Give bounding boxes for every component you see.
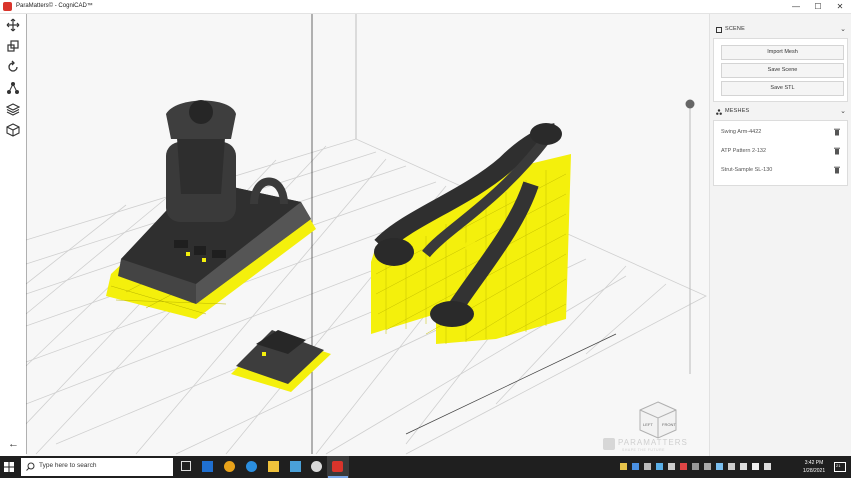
- app-logo-icon: [3, 2, 12, 11]
- import-mesh-button[interactable]: Import Mesh: [721, 45, 844, 60]
- part-small-block-with-supports: [231, 330, 331, 392]
- 3d-viewport[interactable]: LEFT FRONT PARAMATTERS SHAPE THE FUTURE: [26, 14, 709, 456]
- minimize-button[interactable]: —: [785, 0, 807, 13]
- mesh-name: ATP Pattern 2-132: [721, 148, 767, 154]
- tray-icon: [680, 463, 687, 470]
- tray-icon: [716, 463, 723, 470]
- edge-icon[interactable]: [246, 461, 257, 472]
- system-tray[interactable]: [620, 463, 800, 471]
- part-tower-with-supports: [106, 100, 316, 319]
- search-placeholder: Type here to search: [39, 462, 97, 469]
- taskbar-clock-time[interactable]: 3:42 PM: [800, 460, 828, 466]
- tray-icon: [728, 463, 735, 470]
- mesh-name: Strut-Sample SL-130: [721, 167, 773, 173]
- calculator-icon[interactable]: [290, 461, 301, 472]
- tray-icon: [656, 463, 663, 470]
- view-cube-icon: [639, 401, 677, 439]
- tray-icon: [752, 463, 759, 470]
- back-arrow-icon[interactable]: ←: [8, 438, 19, 450]
- taskbar-clock-date[interactable]: 1/28/2021: [800, 468, 828, 474]
- file-explorer-icon[interactable]: [268, 461, 279, 472]
- notification-count: 21: [836, 463, 841, 468]
- scene-chevron-icon[interactable]: ⌄: [840, 25, 846, 33]
- notification-button[interactable]: 21: [833, 460, 847, 474]
- tray-icon: [740, 463, 747, 470]
- trash-icon[interactable]: [834, 147, 840, 155]
- windows-start-icon[interactable]: [4, 462, 14, 472]
- mesh-list-item[interactable]: ATP Pattern 2-132: [721, 145, 842, 157]
- taskbar-search-box[interactable]: Type here to search: [21, 458, 173, 476]
- scene-section-label: SCENE: [725, 26, 745, 32]
- meshes-card: Swing Arm-4422 ATP Pattern 2-132 Strut-S…: [713, 120, 848, 186]
- meshes-chevron-icon[interactable]: ⌄: [840, 107, 846, 115]
- title-bar: ParaMatters© - CogniCAD™ — ☐ ✕: [0, 0, 851, 14]
- scene-card: Import Mesh Save Scene Save STL: [713, 38, 848, 102]
- meshes-section-header[interactable]: MESHES ⌄: [710, 104, 851, 120]
- app-icon[interactable]: [311, 461, 322, 472]
- trash-icon[interactable]: [834, 128, 840, 136]
- build-plate-scene: [26, 14, 707, 455]
- tray-icon: [704, 463, 711, 470]
- mesh-name: Swing Arm-4422: [721, 129, 762, 135]
- view-cube-front-label: FRONT: [662, 422, 676, 427]
- paramatters-taskbar-button[interactable]: [327, 456, 349, 478]
- rotate-icon[interactable]: [6, 60, 20, 74]
- tray-icon: [644, 463, 651, 470]
- view-cube[interactable]: LEFT FRONT: [638, 400, 678, 440]
- task-view-icon[interactable]: [181, 461, 191, 471]
- paramatters-app-icon: [332, 461, 343, 472]
- chrome-icon[interactable]: [224, 461, 235, 472]
- tray-icon: [692, 463, 699, 470]
- move-icon[interactable]: [6, 18, 20, 32]
- cube-icon[interactable]: [6, 123, 20, 137]
- layers-icon[interactable]: [6, 102, 20, 116]
- brand-tagline: SHAPE THE FUTURE: [622, 448, 665, 452]
- window-title: ParaMatters© - CogniCAD™: [16, 3, 93, 9]
- maximize-button[interactable]: ☐: [807, 0, 829, 13]
- save-stl-button[interactable]: Save STL: [721, 81, 844, 96]
- tray-icon: [632, 463, 639, 470]
- part-swing-arm-with-supports: [371, 123, 571, 344]
- trash-icon[interactable]: [834, 166, 840, 174]
- meshes-nodes-icon: [716, 109, 722, 115]
- right-panel: SCENE ⌄ Import Mesh Save Scene Save STL …: [709, 14, 851, 456]
- tray-icon: [620, 463, 627, 470]
- brand-logo-icon: [603, 438, 615, 450]
- close-button[interactable]: ✕: [829, 0, 851, 13]
- outlook-icon[interactable]: [202, 461, 213, 472]
- scene-section-header[interactable]: SCENE ⌄: [710, 22, 851, 38]
- left-toolbar: ←: [0, 14, 26, 456]
- scene-cube-icon: [716, 27, 722, 33]
- tray-icon: [764, 463, 771, 470]
- search-icon: [26, 462, 35, 471]
- mesh-list-item[interactable]: Swing Arm-4422: [721, 126, 842, 138]
- slider-handle: [685, 99, 695, 109]
- meshes-section-label: MESHES: [725, 108, 750, 114]
- taskbar: Type here to search 3:42 PM 1/28/2021 21: [0, 456, 851, 478]
- nodes-icon[interactable]: [6, 81, 20, 95]
- scale-icon[interactable]: [6, 39, 20, 53]
- brand-watermark: PARAMATTERS: [618, 438, 688, 447]
- mesh-list-item[interactable]: Strut-Sample SL-130: [721, 164, 842, 176]
- save-scene-button[interactable]: Save Scene: [721, 63, 844, 78]
- tray-icon: [668, 463, 675, 470]
- view-cube-left-label: LEFT: [643, 422, 653, 427]
